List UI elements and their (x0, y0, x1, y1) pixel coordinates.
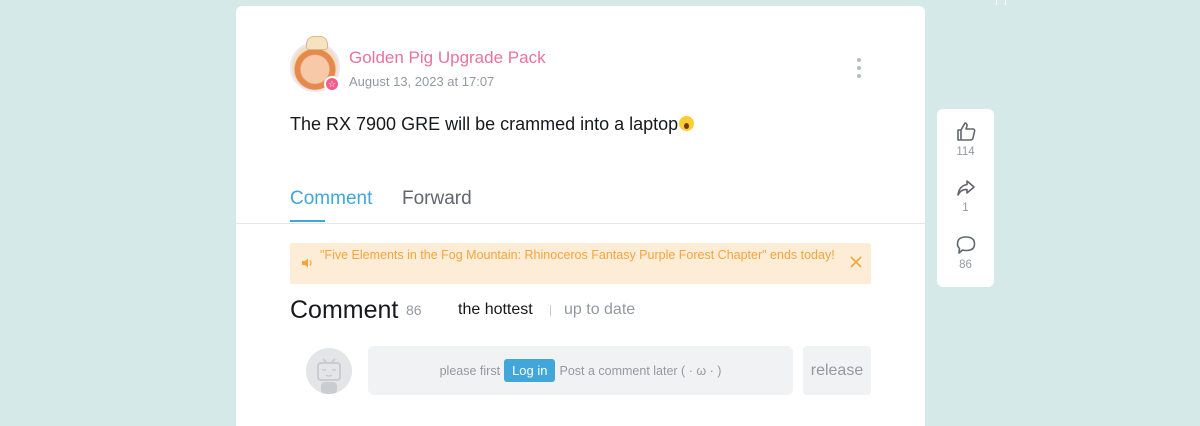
notice-text[interactable]: "Five Elements in the Fog Mountain: Rhin… (320, 247, 844, 264)
author-name[interactable]: Golden Pig Upgrade Pack (349, 48, 546, 68)
post-text: The RX 7900 GRE will be crammed into a l… (290, 114, 679, 134)
like-count: 114 (956, 146, 975, 158)
comment-input-box[interactable]: please first Log in Post a comment later… (368, 346, 793, 395)
action-sidebar: 114 1 86 (937, 109, 994, 287)
login-prompt-after: Post a comment later ( · ω · ) (559, 363, 722, 378)
login-button[interactable]: Log in (504, 359, 556, 382)
tab-forward[interactable]: Forward (402, 188, 472, 210)
sort-divider (550, 305, 551, 316)
comment-count: 86 (406, 302, 422, 318)
tv-mascot-icon (317, 358, 341, 394)
tab-divider (236, 223, 925, 224)
speaker-icon (302, 258, 312, 268)
comment-total: 86 (959, 259, 972, 271)
more-vertical-icon[interactable] (855, 58, 863, 78)
like-action[interactable]: 114 (937, 121, 994, 158)
sort-hottest[interactable]: the hottest (458, 301, 533, 319)
active-tab-indicator (290, 220, 325, 222)
thumbs-up-icon[interactable] (955, 121, 977, 143)
author-avatar[interactable]: ☆ (290, 36, 340, 92)
login-prompt-before: please first (439, 363, 501, 378)
close-icon[interactable] (850, 256, 862, 268)
shocked-emoji-icon (679, 116, 695, 131)
notice-banner: "Five Elements in the Fog Mountain: Rhin… (290, 243, 871, 284)
sort-latest[interactable]: up to date (564, 301, 635, 319)
tab-comment[interactable]: Comment (290, 188, 372, 210)
share-action[interactable]: 1 (937, 177, 994, 214)
release-button[interactable]: release (803, 346, 871, 395)
share-icon[interactable] (955, 177, 977, 199)
share-count: 1 (962, 202, 969, 214)
corner-mark (996, 0, 1006, 5)
post-timestamp: August 13, 2023 at 17:07 (349, 74, 495, 89)
post-content: The RX 7900 GRE will be crammed into a l… (290, 114, 695, 135)
comment-section-title: Comment (290, 296, 399, 324)
avatar-hat-decoration (306, 36, 328, 50)
comment-bubble-icon[interactable] (955, 234, 977, 256)
guest-avatar (306, 348, 352, 394)
comment-action[interactable]: 86 (937, 234, 994, 271)
avatar-badge-icon: ☆ (324, 76, 340, 92)
